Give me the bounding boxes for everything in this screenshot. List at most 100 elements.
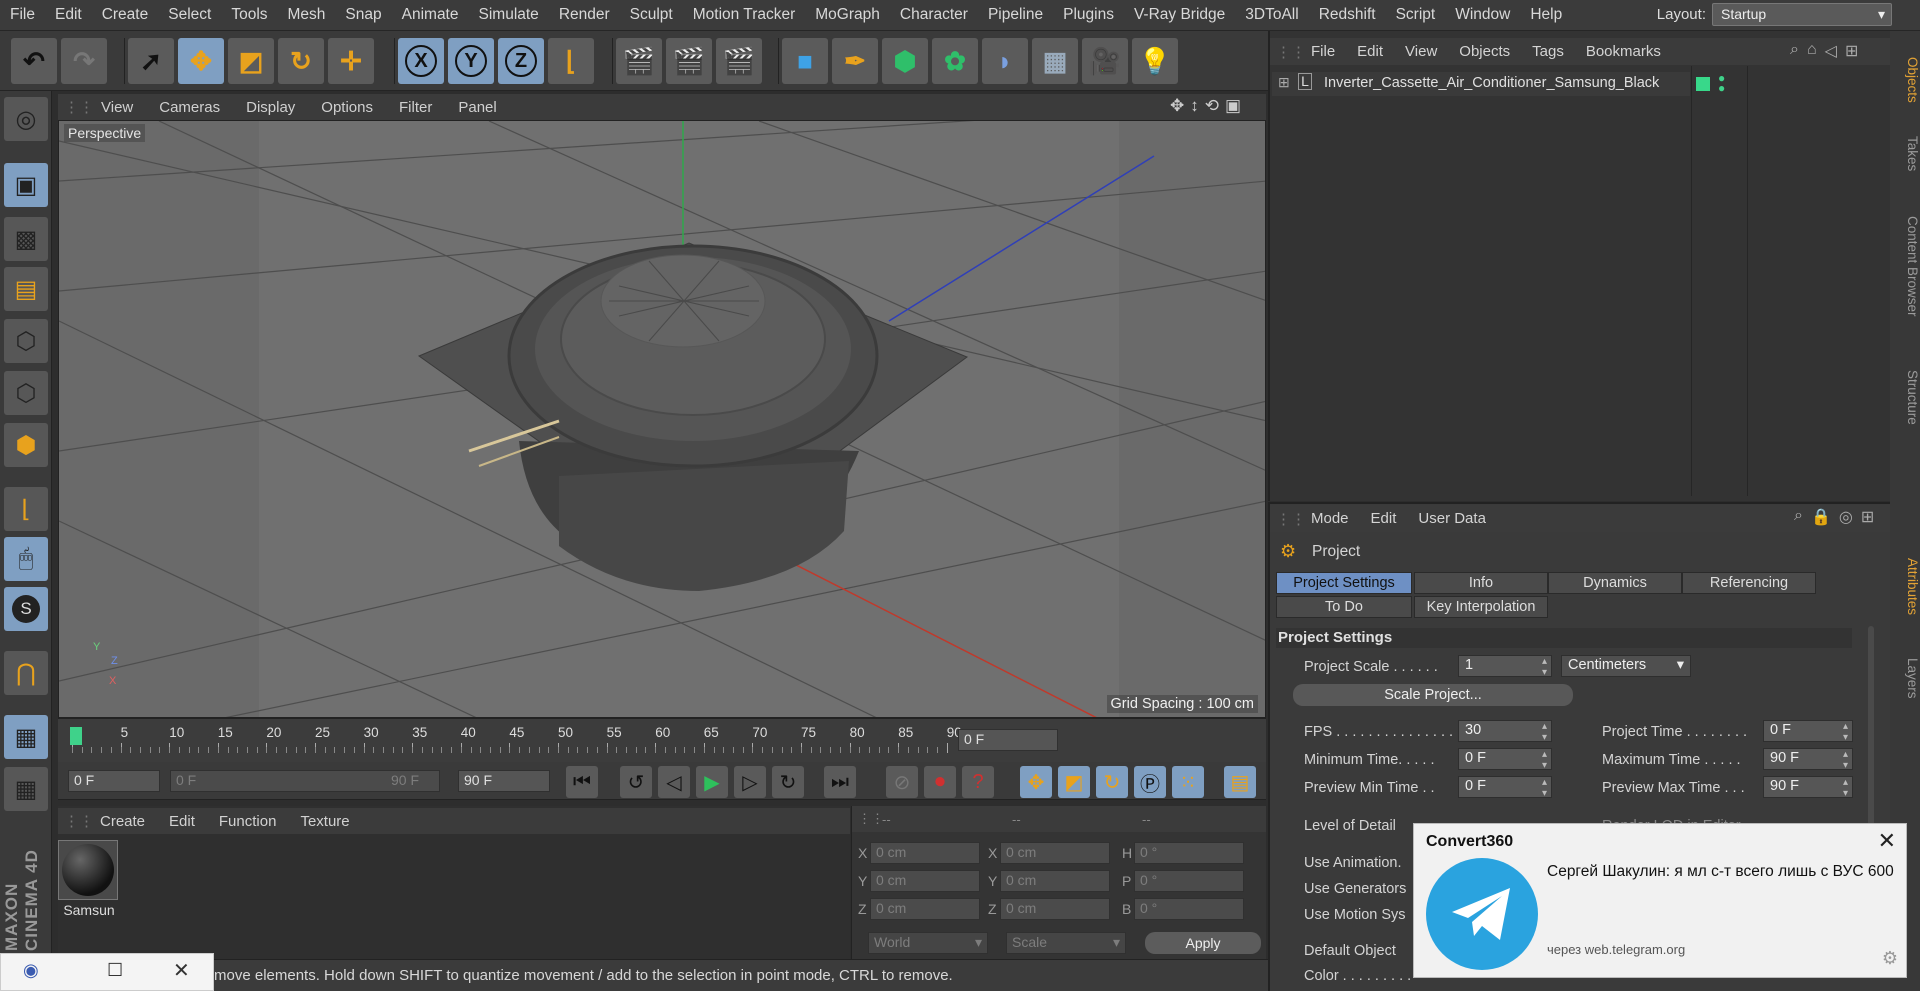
viewport-menu-view[interactable]: View xyxy=(88,99,146,116)
coord-size-select[interactable]: Scale ▾ xyxy=(1006,932,1126,954)
prev-key-button[interactable]: ↺ xyxy=(620,766,652,798)
tweak-mode-button[interactable]: 🖱 xyxy=(4,537,48,581)
make-editable-button[interactable]: ◎ xyxy=(4,97,48,141)
project-time-field[interactable]: 0 F ▴ ▾ xyxy=(1763,720,1853,743)
end-frame-field[interactable]: 90 F xyxy=(458,770,550,792)
render-picture-viewer-button[interactable]: 🎬 xyxy=(666,38,712,84)
scale-project-button[interactable]: Scale Project... xyxy=(1293,684,1573,706)
tab-takes[interactable]: Takes xyxy=(1890,119,1920,189)
search-icon[interactable]: ⌕ xyxy=(1794,507,1803,527)
subdivision-button[interactable]: ⬢ xyxy=(882,38,928,84)
menu-item-tools[interactable]: Tools xyxy=(221,6,277,24)
menu-item-snap[interactable]: Snap xyxy=(335,6,391,24)
current-frame-field[interactable]: 0 F xyxy=(958,729,1058,751)
preview-max-field[interactable]: 90 F ▴ ▾ xyxy=(1763,776,1853,799)
toast-notification[interactable]: Convert360 ✕ Сергей Шакулин: я мл с-т вс… xyxy=(1413,823,1907,978)
object-menu-view[interactable]: View xyxy=(1394,43,1448,60)
close-icon[interactable]: ✕ xyxy=(173,958,190,983)
home-icon[interactable]: ⌂ xyxy=(1807,41,1817,61)
z-axis-button[interactable]: Z xyxy=(498,38,544,84)
coord-field[interactable]: 0 cm xyxy=(870,842,980,864)
menu-item-animate[interactable]: Animate xyxy=(392,6,469,24)
texture-mode-button[interactable]: ▩ xyxy=(4,217,48,261)
menu-item-window[interactable]: Window xyxy=(1445,6,1520,24)
viewport-menu-display[interactable]: Display xyxy=(233,99,308,116)
maximize-icon[interactable]: ☐ xyxy=(107,960,123,981)
max-time-field[interactable]: 90 F ▴ ▾ xyxy=(1763,748,1853,771)
keyframe-selection-button[interactable]: ? xyxy=(962,766,994,798)
play-button[interactable]: ▶ xyxy=(696,766,728,798)
tab-project-settings[interactable]: Project Settings xyxy=(1276,572,1412,594)
coord-field[interactable]: 0 cm xyxy=(870,898,980,920)
scale-tool-button[interactable]: ◩ xyxy=(228,38,274,84)
lock-workplane-button[interactable]: ▦ xyxy=(4,715,48,759)
menu-item-edit[interactable]: Edit xyxy=(45,6,92,24)
preview-range-slider[interactable]: 0 F 90 F xyxy=(170,770,440,792)
menu-item-redshift[interactable]: Redshift xyxy=(1309,6,1386,24)
coord-mode-select[interactable]: World ▾ xyxy=(868,932,988,954)
menu-item-v-ray-bridge[interactable]: V-Ray Bridge xyxy=(1124,6,1235,24)
key-position-button[interactable]: ✥ xyxy=(1020,766,1052,798)
visibility-dots-icon[interactable]: ● ● xyxy=(1718,72,1725,94)
tab-objects[interactable]: Objects xyxy=(1890,45,1920,115)
pan-icon[interactable]: ✥ xyxy=(1170,96,1184,116)
close-icon[interactable]: ✕ xyxy=(1878,828,1896,854)
apply-button[interactable]: Apply xyxy=(1145,932,1261,954)
coord-field[interactable]: 0 cm xyxy=(870,870,980,892)
material-menu-function[interactable]: Function xyxy=(207,813,289,830)
tab-to-do[interactable]: To Do xyxy=(1276,596,1412,618)
new-view-icon[interactable]: ⊞ xyxy=(1845,41,1858,61)
coord-field[interactable]: 0 cm xyxy=(1000,870,1110,892)
key-pla-button[interactable]: ⁙ xyxy=(1172,766,1204,798)
planar-workplane-button[interactable]: ▦ xyxy=(4,767,48,811)
back-icon[interactable]: ◁ xyxy=(1825,41,1837,61)
coord-field[interactable]: 0 ° xyxy=(1134,842,1244,864)
coord-field[interactable]: 0 ° xyxy=(1134,870,1244,892)
render-settings-button[interactable]: 🎬 xyxy=(716,38,762,84)
menu-item-mograph[interactable]: MoGraph xyxy=(805,6,890,24)
menu-item-mesh[interactable]: Mesh xyxy=(278,6,336,24)
go-to-end-button[interactable]: ⏭ xyxy=(824,766,856,798)
object-menu-file[interactable]: File xyxy=(1300,43,1346,60)
floor-button[interactable]: ▦ xyxy=(1032,38,1078,84)
coord-field[interactable]: 0 cm xyxy=(1000,842,1110,864)
min-time-field[interactable]: 0 F ▴ ▾ xyxy=(1458,748,1552,771)
deformer-button[interactable]: ◗ xyxy=(982,38,1028,84)
object-menu-objects[interactable]: Objects xyxy=(1448,43,1521,60)
key-parameter-button[interactable]: Ⓟ xyxy=(1134,766,1166,798)
tab-dynamics[interactable]: Dynamics xyxy=(1548,572,1682,594)
pen-button[interactable]: ✒ xyxy=(832,38,878,84)
y-axis-button[interactable]: Y xyxy=(448,38,494,84)
menu-item-render[interactable]: Render xyxy=(549,6,620,24)
menu-item-motion-tracker[interactable]: Motion Tracker xyxy=(683,6,806,24)
cube-button[interactable]: ■ xyxy=(782,38,828,84)
material-menu-create[interactable]: Create xyxy=(88,813,157,830)
tab-attributes[interactable]: Attributes xyxy=(1890,537,1920,637)
coord-field[interactable]: 0 ° xyxy=(1134,898,1244,920)
viewport-menu-cameras[interactable]: Cameras xyxy=(146,99,233,116)
material-menu-edit[interactable]: Edit xyxy=(157,813,207,830)
target-icon[interactable]: ◎ xyxy=(1839,507,1853,527)
object-menu-edit[interactable]: Edit xyxy=(1346,43,1394,60)
coordinate-system-button[interactable]: ⌊ xyxy=(548,38,594,84)
tab-referencing[interactable]: Referencing xyxy=(1682,572,1816,594)
autokey-button[interactable]: ⏺ xyxy=(924,766,956,798)
perspective-viewport[interactable]: Perspective Y Z X Grid Spacing : 100 cm xyxy=(58,120,1266,718)
zoom-icon[interactable]: ↕ xyxy=(1190,96,1199,116)
viewport-menu-filter[interactable]: Filter xyxy=(386,99,445,116)
attribute-menu-edit[interactable]: Edit xyxy=(1360,510,1408,527)
axis-mode-button[interactable]: ⌊ xyxy=(4,487,48,531)
lock-icon[interactable]: 🔒 xyxy=(1811,507,1831,527)
object-row[interactable]: ⊞ L Inverter_Cassette_Air_Conditioner_Sa… xyxy=(1272,72,1725,96)
menu-item-script[interactable]: Script xyxy=(1386,6,1446,24)
key-scale-button[interactable]: ◩ xyxy=(1058,766,1090,798)
fps-field[interactable]: 30 ▴ ▾ xyxy=(1458,720,1552,743)
gear-icon[interactable]: ⚙ xyxy=(1882,948,1898,969)
recent-tool-button[interactable]: ✛ xyxy=(328,38,374,84)
menu-item-create[interactable]: Create xyxy=(92,6,159,24)
move-tool-button[interactable]: ✥ xyxy=(178,38,224,84)
redo-button[interactable]: ↷ xyxy=(61,38,107,84)
attribute-menu-user-data[interactable]: User Data xyxy=(1407,510,1497,527)
camera-button[interactable]: 🎥 xyxy=(1082,38,1128,84)
tab-info[interactable]: Info xyxy=(1414,572,1548,594)
